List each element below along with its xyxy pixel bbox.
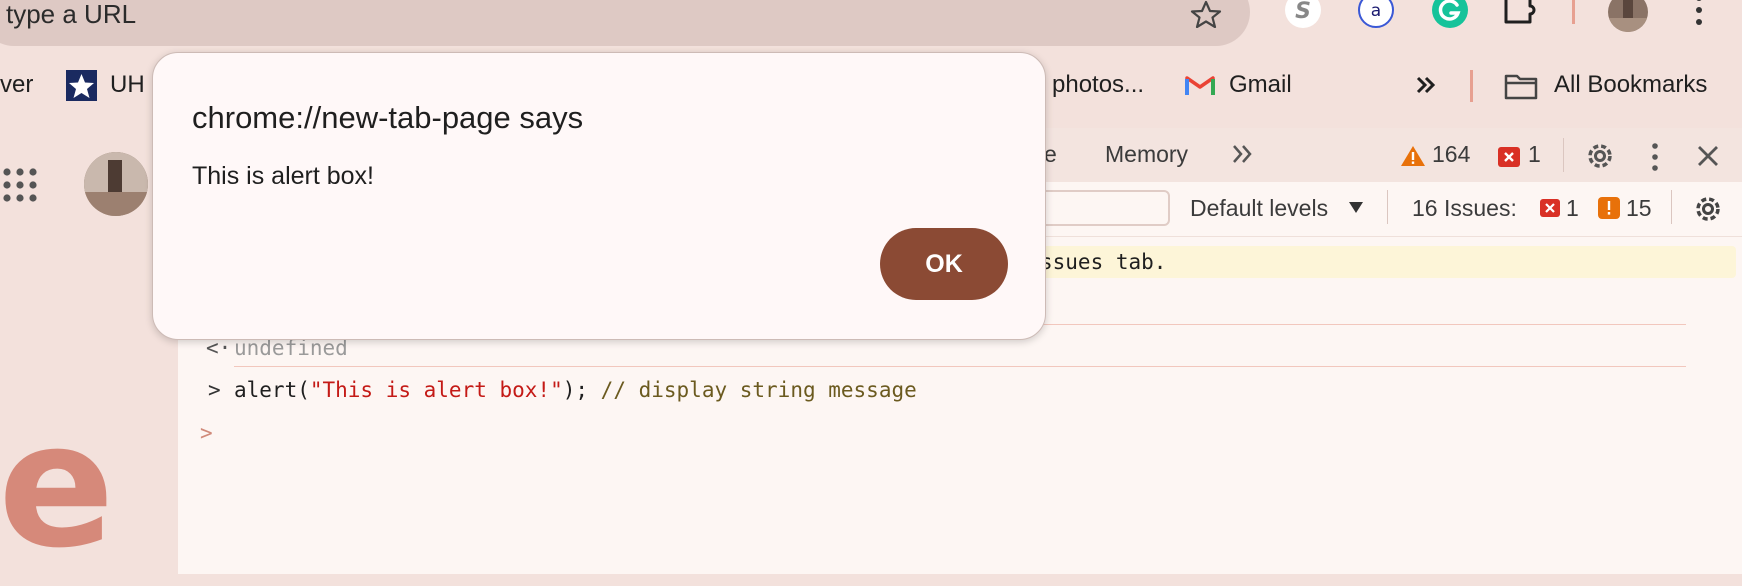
bookmarks-divider xyxy=(1470,70,1473,102)
devtools-divider xyxy=(1563,138,1564,172)
uh-icon xyxy=(66,70,97,101)
ok-button[interactable]: OK xyxy=(880,228,1008,300)
code-suffix: ); xyxy=(562,378,601,402)
filterbar-divider xyxy=(1671,190,1672,224)
gmail-icon xyxy=(1185,76,1215,95)
error-icon[interactable] xyxy=(1498,147,1520,167)
warning-icon[interactable] xyxy=(1400,145,1426,167)
warning-icon[interactable] xyxy=(1598,197,1620,219)
toolbar-divider xyxy=(1572,0,1575,24)
code-string: "This is alert box!" xyxy=(309,378,563,402)
issues-label[interactable]: 16 Issues: xyxy=(1412,195,1517,222)
caret-down-icon[interactable] xyxy=(1348,200,1364,214)
all-bookmarks-button[interactable]: All Bookmarks xyxy=(1554,71,1707,99)
chevron-double-right-icon[interactable] xyxy=(1413,72,1439,98)
alert-title: chrome://new-tab-page says xyxy=(192,100,584,135)
error-icon[interactable] xyxy=(1540,199,1560,217)
warning-count[interactable]: 164 xyxy=(1432,141,1470,168)
console-input-line[interactable]: alert("This is alert box!"); // display … xyxy=(234,378,917,402)
omnibox-input[interactable]: type a URL xyxy=(6,0,136,28)
code-prefix: alert( xyxy=(234,378,310,402)
error-count[interactable]: 1 xyxy=(1528,141,1541,168)
bookmark-partial[interactable]: ver xyxy=(0,71,33,99)
filterbar-divider xyxy=(1387,190,1388,224)
issues-warning-count[interactable]: 15 xyxy=(1626,195,1652,222)
settings-gear-icon[interactable] xyxy=(1692,193,1724,225)
close-icon[interactable] xyxy=(1694,142,1722,170)
star-icon[interactable] xyxy=(1188,0,1224,28)
chevron-double-right-icon[interactable] xyxy=(1228,140,1258,168)
page-avatar[interactable] xyxy=(84,152,148,216)
alert-message: This is alert box! xyxy=(192,162,375,190)
ext-a-icon[interactable]: a xyxy=(1358,0,1394,28)
issues-error-count[interactable]: 1 xyxy=(1566,195,1579,222)
kebab-menu-icon[interactable] xyxy=(1692,0,1706,28)
console-prompt[interactable]: > xyxy=(200,421,213,445)
input-arrow-icon: > xyxy=(208,378,221,402)
console-row-divider xyxy=(234,366,1686,367)
issues-banner-text[interactable]: ssues tab. xyxy=(1040,250,1166,274)
svg-text:a: a xyxy=(1371,1,1381,21)
bookmark-gmail[interactable]: Gmail xyxy=(1229,71,1292,99)
log-levels-dropdown[interactable]: Default levels xyxy=(1190,195,1328,222)
grammarly-icon[interactable] xyxy=(1432,0,1468,28)
apps-grid-icon[interactable] xyxy=(2,167,38,203)
bookmark-photos[interactable]: photos... xyxy=(1052,71,1144,99)
settings-gear-icon[interactable] xyxy=(1584,140,1616,172)
omnibox[interactable] xyxy=(0,0,1250,46)
folder-icon xyxy=(1504,74,1538,100)
puzzle-icon[interactable] xyxy=(1502,0,1536,24)
bookmark-uh[interactable]: UH xyxy=(110,71,145,99)
kebab-menu-icon[interactable] xyxy=(1649,142,1661,172)
code-comment: // display string message xyxy=(600,378,917,402)
avatar[interactable] xyxy=(1608,0,1648,32)
tab-memory[interactable]: Memory xyxy=(1105,141,1188,168)
google-logo-partial: e xyxy=(0,385,115,586)
ext-s-icon[interactable]: S xyxy=(1285,0,1321,28)
svg-text:S: S xyxy=(1295,0,1311,24)
